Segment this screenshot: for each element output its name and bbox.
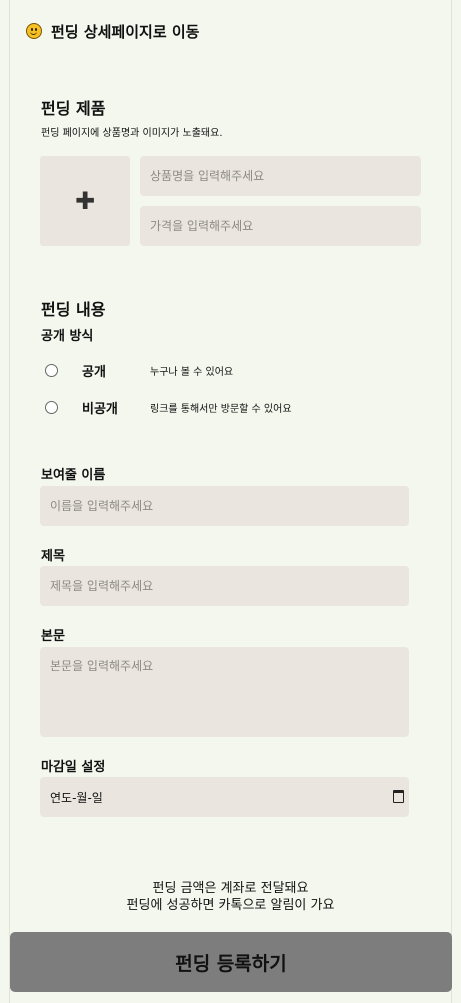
- body-label: 본문: [41, 629, 65, 644]
- content-section-title: 펀딩 내용: [41, 300, 106, 319]
- footer-note-notification: 펀딩에 성공하면 카톡으로 알림이 가요: [126, 898, 335, 913]
- frame-border-left: [9, 0, 10, 1003]
- header-title: 펀딩 상세페이지로 이동: [51, 22, 200, 41]
- plus-icon: ✚: [74, 187, 96, 215]
- add-product-image-button[interactable]: ✚: [40, 156, 130, 246]
- product-price-input[interactable]: [140, 206, 421, 246]
- deadline-label: 마감일 설정: [41, 760, 106, 775]
- product-name-input[interactable]: [140, 156, 421, 196]
- visibility-option-private[interactable]: 비공개 링크를 통해서만 방문할 수 있어요: [45, 399, 292, 417]
- visibility-option-public[interactable]: 공개 누구나 볼 수 있어요: [45, 362, 233, 380]
- body-textarea[interactable]: [40, 647, 409, 737]
- product-section-title: 펀딩 제품: [41, 99, 106, 118]
- deadline-date-input[interactable]: 연도-월-일: [40, 777, 409, 817]
- visibility-label: 공개 방식: [41, 329, 94, 344]
- private-option-label: 비공개: [82, 401, 118, 417]
- public-option-label: 공개: [82, 364, 106, 380]
- deadline-value: 연도-월-일: [50, 790, 103, 805]
- display-name-label: 보여줄 이름: [41, 468, 106, 483]
- smiley-icon: [26, 23, 42, 39]
- product-section-description: 펀딩 페이지에 상품명과 이미지가 노출돼요.: [41, 128, 223, 139]
- register-funding-button[interactable]: 펀딩 등록하기: [10, 932, 452, 992]
- frame-border-right: [451, 0, 452, 1003]
- display-name-input[interactable]: [40, 486, 409, 526]
- private-radio[interactable]: [45, 400, 58, 414]
- calendar-icon[interactable]: [393, 790, 404, 803]
- public-option-description: 누구나 볼 수 있어요: [150, 366, 234, 378]
- public-radio[interactable]: [45, 363, 58, 377]
- subject-input[interactable]: [40, 566, 409, 606]
- private-option-description: 링크를 통해서만 방문할 수 있어요: [150, 403, 292, 415]
- subject-label: 제목: [41, 549, 65, 564]
- back-to-funding-link[interactable]: 펀딩 상세페이지로 이동: [26, 20, 199, 42]
